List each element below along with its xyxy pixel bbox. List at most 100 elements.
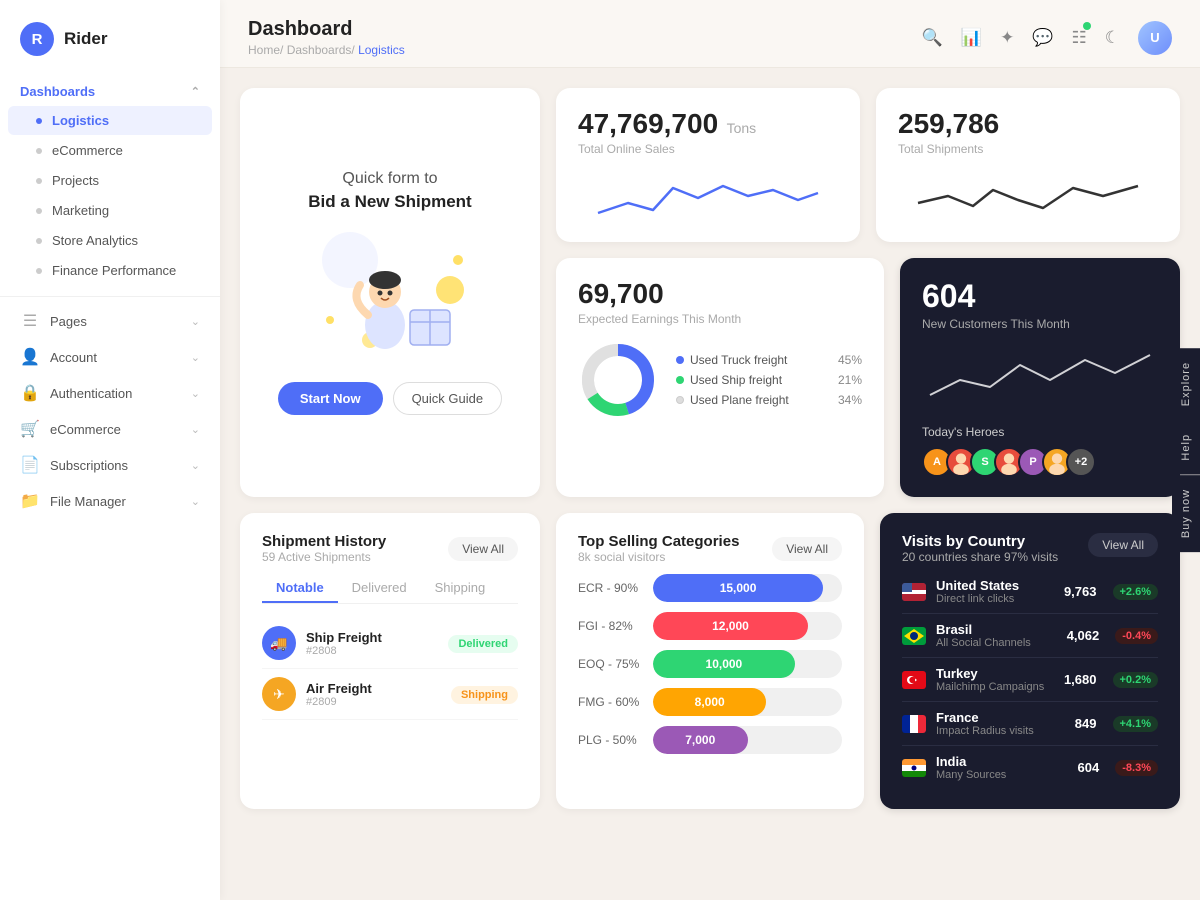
legend-dot-ship [676,376,684,384]
line-chart-svg-2 [898,168,1158,228]
shipment-item-2: ✈ Air Freight #2809 Shipping [262,669,518,720]
donut-number: 69,700 [578,278,862,310]
bar-bg-ecr: 15,000 [653,574,842,602]
page-title: Dashboard [248,18,405,41]
ecommerce-label: eCommerce [50,422,121,437]
selling-view-all-button[interactable]: View All [772,537,842,561]
legend-truck: Used Truck freight 45% [676,353,862,367]
sidebar-item-logistics[interactable]: Logistics [8,106,212,135]
donut-row: Used Truck freight 45% Used Ship freight… [578,340,862,425]
promo-title: Bid a New Shipment [308,192,471,212]
visits-view-all-button[interactable]: View All [1088,533,1158,557]
flag-usa [902,583,926,601]
chevron-down-icon: ⌄ [191,387,200,400]
subscriptions-label: Subscriptions [50,458,128,473]
visits-card-subtitle: 20 countries share 97% visits [902,550,1058,564]
dashboards-label: Dashboards [20,84,95,99]
theme-icon[interactable]: ☾ [1105,28,1120,48]
shipment-header: Shipment History 59 Active Shipments Vie… [262,533,518,564]
sidebar-item-projects[interactable]: Projects [8,166,212,195]
shipment-title-block: Shipment History 59 Active Shipments [262,533,386,564]
shipment-view-all-button[interactable]: View All [448,537,518,561]
chevron-down-icon: ⌄ [191,351,200,364]
visits-header: Visits by Country 20 countries share 97%… [902,533,1158,564]
tab-notable[interactable]: Notable [262,574,338,603]
visits-title-block: Visits by Country 20 countries share 97%… [902,533,1058,564]
breadcrumb-dashboards[interactable]: Dashboards/ [287,43,358,57]
logo-icon: R [20,22,54,56]
sidebar-item-label: Marketing [52,203,109,218]
country-item-france: France Impact Radius visits 849 +4.1% [902,702,1158,746]
subscriptions-icon: 📄 [20,455,40,475]
avatar[interactable]: U [1138,21,1172,55]
sidebar-item-marketing[interactable]: Marketing [8,196,212,225]
sidebar-item-ecommerce-main[interactable]: 🛒 eCommerce ⌄ [0,411,220,447]
visits-card-title: Visits by Country [902,533,1058,550]
stat-label-shipments: Total Shipments [898,142,1158,156]
chart-icon[interactable]: 📊 [961,28,982,48]
breadcrumb-home[interactable]: Home/ [248,43,287,57]
bar-label-fmg: FMG - 60% [578,695,643,709]
shipment-name-1: Ship Freight [306,630,382,645]
row-2: Shipment History 59 Active Shipments Vie… [240,513,1180,809]
auth-label: Authentication [50,386,132,401]
stat-number-shipments: 259,786 [898,108,1158,140]
shipment-status-2: Shipping [451,685,518,703]
flag-india [902,759,926,777]
tab-shipping[interactable]: Shipping [421,574,500,603]
dashboards-header[interactable]: Dashboards ⌃ [0,74,220,105]
bar-fill-plg: 7,000 [653,726,748,754]
settings-icon[interactable]: ✦ [1000,28,1014,48]
hero-avatars-row: A S P [922,447,1158,477]
breadcrumb-current: Logistics [358,43,405,57]
hero-avatars-label: Today's Heroes [922,425,1158,439]
chevron-down-icon: ⌄ [191,423,200,436]
sidebar-item-label: Store Analytics [52,233,138,248]
sidebar-item-ecommerce[interactable]: eCommerce [8,136,212,165]
bar-row-plg: PLG - 50% 7,000 [578,726,842,754]
donut-svg [578,340,658,420]
app-name: Rider [64,29,107,49]
notification-dot [1083,22,1091,30]
shipment-item-1: 🚚 Ship Freight #2808 Delivered [262,618,518,669]
quick-guide-button[interactable]: Quick Guide [393,382,503,415]
row-1: Quick form to Bid a New Shipment [240,88,1180,497]
help-button[interactable]: Help [1172,420,1200,475]
bar-fill-fgi: 12,000 [653,612,808,640]
line-chart-svg [578,168,838,228]
sidebar-item-subscriptions[interactable]: 📄 Subscriptions ⌄ [0,447,220,483]
bar-row-eoq: EOQ - 75% 10,000 [578,650,842,678]
header-right: 🔍 📊 ✦ 💬 ☷ ☾ U [922,21,1172,55]
promo-illustration [310,230,470,360]
chevron-down-icon: ⌄ [191,495,200,508]
sidebar-item-finance-performance[interactable]: Finance Performance [8,256,212,285]
chevron-down-icon: ⌄ [191,459,200,472]
country-info-france: France Impact Radius visits [936,710,1034,737]
sidebar-item-file-manager[interactable]: 📁 File Manager ⌄ [0,483,220,519]
online-sales-chart [578,168,838,228]
bar-bg-plg: 7,000 [653,726,842,754]
donut-chart [578,340,658,425]
promo-card: Quick form to Bid a New Shipment [240,88,540,497]
sidebar-item-store-analytics[interactable]: Store Analytics [8,226,212,255]
side-buttons: Explore Help Buy now [1172,348,1200,552]
buy-now-button[interactable]: Buy now [1172,475,1200,552]
divider [0,296,220,297]
sidebar-item-authentication[interactable]: 🔒 Authentication ⌄ [0,375,220,411]
search-icon[interactable]: 🔍 [922,28,943,48]
tab-delivered[interactable]: Delivered [338,574,421,603]
grid-icon[interactable]: ☷ [1072,28,1087,48]
dot-icon [36,118,42,124]
sidebar-item-account[interactable]: 👤 Account ⌄ [0,339,220,375]
flag-brasil [902,627,926,645]
hero-avatar-extra: +2 [1066,447,1096,477]
country-item-turkey: Turkey Mailchimp Campaigns 1,680 +0.2% [902,658,1158,702]
country-item-brasil: Brasil All Social Channels 4,062 -0.4% [902,614,1158,658]
account-icon: 👤 [20,347,40,367]
explore-button[interactable]: Explore [1172,348,1200,420]
messages-icon[interactable]: 💬 [1032,28,1053,48]
bar-label-eoq: EOQ - 75% [578,657,643,671]
sidebar-item-pages[interactable]: ☰ Pages ⌄ [0,303,220,339]
start-now-button[interactable]: Start Now [278,382,383,415]
sidebar-logo[interactable]: R Rider [0,0,220,74]
